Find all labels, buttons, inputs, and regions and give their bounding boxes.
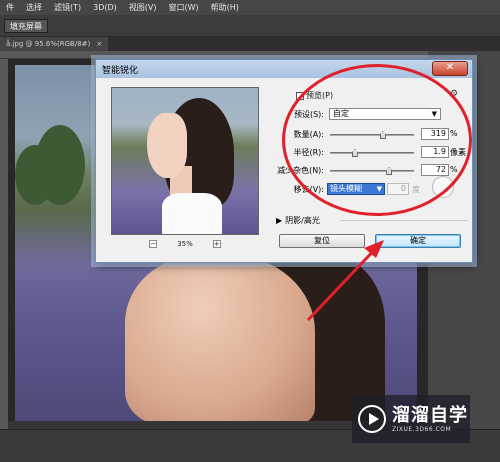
arrow-shaft bbox=[306, 244, 380, 322]
play-logo-icon bbox=[358, 405, 386, 433]
photoshop-window: 件 选择 滤镜(T) 3D(D) 视图(V) 窗口(W) 帮助(H) 填充屏幕 … bbox=[0, 0, 500, 462]
watermark: 溜溜自学 ZIXUE.3D66.COM bbox=[352, 395, 470, 443]
arrow-head bbox=[364, 240, 384, 258]
watermark-url: ZIXUE.3D66.COM bbox=[392, 425, 452, 433]
watermark-text: 溜溜自学 ZIXUE.3D66.COM bbox=[392, 404, 468, 433]
annotation-arrow bbox=[306, 240, 384, 322]
watermark-title: 溜溜自学 bbox=[392, 404, 468, 426]
